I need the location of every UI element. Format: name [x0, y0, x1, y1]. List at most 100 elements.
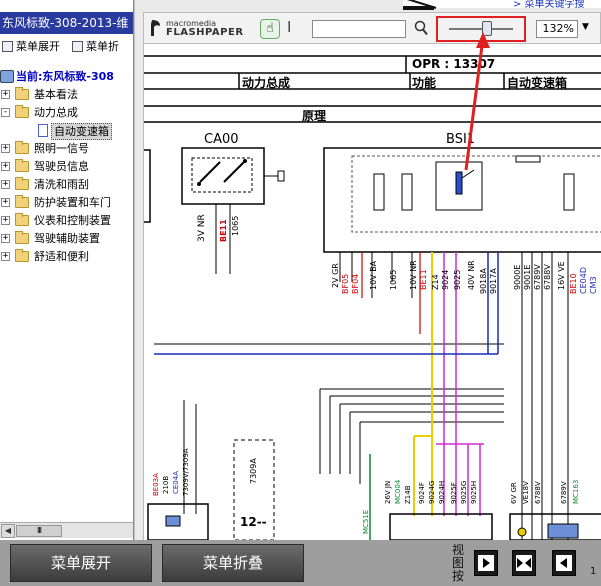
- folder-icon: [15, 231, 29, 244]
- svg-text:BF04: BF04: [351, 274, 360, 294]
- svg-text:10V BA: 10V BA: [369, 260, 378, 290]
- svg-text:9024F: 9024F: [418, 482, 426, 504]
- folder-icon: [15, 195, 29, 208]
- expand-icon[interactable]: +: [1, 198, 10, 207]
- svg-text:3V NR: 3V NR: [197, 214, 207, 242]
- svg-text:6789V: 6789V: [560, 481, 568, 504]
- svg-text:6789V: 6789V: [533, 264, 542, 290]
- svg-text:16V VE: 16V VE: [557, 261, 566, 290]
- header-powertrain: 动力总成: [242, 76, 291, 90]
- svg-text:6788V: 6788V: [534, 481, 542, 504]
- left-toolbar: 菜单展开 菜单折: [0, 36, 133, 56]
- view-left-button[interactable]: [552, 550, 576, 576]
- svg-text:9001E: 9001E: [523, 265, 532, 290]
- svg-text:26V JN: 26V JN: [384, 481, 392, 504]
- tree-item-comfort[interactable]: + 舒适和便利: [0, 248, 133, 266]
- component-bsi1-label: BSI1: [446, 132, 476, 147]
- tree-view: 当前:东风标致-308 + 基本看法 - 动力总成 自动变速箱 + 照明一信号: [0, 68, 133, 266]
- opr-number: OPR : 13307: [412, 57, 496, 71]
- document-icon: [38, 124, 48, 137]
- tree-root[interactable]: 当前:东风标致-308: [0, 68, 133, 86]
- collapse-icon[interactable]: -: [1, 108, 10, 117]
- folder-icon: [15, 87, 29, 100]
- expand-menu-label: 菜单展开: [16, 40, 60, 53]
- tree-item-label: 动力总成: [34, 106, 78, 119]
- search-input[interactable]: [312, 20, 406, 38]
- svg-text:12--: 12--: [240, 515, 267, 529]
- tree-item-label: 清洗和雨刮: [34, 178, 89, 191]
- tree-item-wash-wipe[interactable]: + 清洗和雨刮: [0, 176, 133, 194]
- hand-tool-button[interactable]: ☝: [260, 19, 280, 39]
- tree-item-driver-info[interactable]: + 驾驶员信息: [0, 158, 133, 176]
- svg-text:VE18V: VE18V: [522, 481, 530, 504]
- window-title: 东风标致-308-2013-维: [0, 12, 133, 34]
- zoom-dropdown-icon[interactable]: ▼: [582, 22, 589, 32]
- menu-collapse-button[interactable]: 菜单折叠: [162, 544, 304, 582]
- scroll-left-icon[interactable]: ◀: [1, 524, 15, 538]
- svg-text:9025G: 9025G: [460, 481, 468, 504]
- view-right-button[interactable]: [474, 550, 498, 576]
- arrow-left-icon: [556, 555, 572, 571]
- tree-item-automatic-transmission[interactable]: 自动变速箱: [0, 122, 133, 140]
- expand-icon[interactable]: +: [1, 180, 10, 189]
- view-split-button[interactable]: [512, 550, 536, 576]
- bottom-bar: 菜单展开 菜单折叠 视图按 1: [0, 540, 601, 586]
- principle-heading: 原理: [302, 109, 327, 123]
- svg-text:CM3: CM3: [589, 276, 598, 294]
- tree-root-label: 当前:东风标致-308: [16, 70, 114, 83]
- svg-text:9025: 9025: [453, 270, 462, 290]
- svg-text:9024G: 9024G: [428, 481, 436, 504]
- book-icon: [0, 70, 14, 83]
- tree-item-label: 驾驶员信息: [34, 160, 89, 173]
- tree-item-powertrain[interactable]: - 动力总成: [0, 104, 133, 122]
- expand-icon[interactable]: +: [1, 234, 10, 243]
- svg-text:1065: 1065: [231, 216, 240, 236]
- search-icon[interactable]: [414, 20, 428, 36]
- svg-text:MC51E: MC51E: [362, 510, 370, 534]
- svg-text:BE11: BE11: [219, 219, 228, 242]
- horizontal-scrollbar[interactable]: ◀ III: [0, 522, 133, 538]
- scrollbar-thumb[interactable]: III: [16, 525, 62, 537]
- svg-text:Z14: Z14: [431, 274, 440, 290]
- tree-item-lighting[interactable]: + 照明一信号: [0, 140, 133, 158]
- tree-item-label: 照明一信号: [34, 142, 89, 155]
- expand-icon[interactable]: +: [1, 162, 10, 171]
- text-select-tool[interactable]: I: [287, 18, 291, 36]
- tree-item-basic[interactable]: + 基本看法: [0, 86, 133, 104]
- menu-expand-button[interactable]: 菜单展开: [10, 544, 152, 582]
- expand-icon[interactable]: +: [1, 90, 10, 99]
- folder-icon: [15, 141, 29, 154]
- folder-icon: [15, 177, 29, 190]
- svg-text:7309V/7309A: 7309V/7309A: [182, 448, 190, 496]
- header-auto-transmission: 自动变速箱: [507, 76, 568, 90]
- document-page[interactable]: 3V NR BE11 1065 2V GR BF05 BF04 10V BA 1…: [143, 44, 601, 540]
- svg-text:1065: 1065: [389, 270, 398, 290]
- zoom-level-field[interactable]: 132%: [536, 20, 578, 38]
- expand-icon[interactable]: +: [1, 144, 10, 153]
- tree-item-instruments[interactable]: + 仪表和控制装置: [0, 212, 133, 230]
- svg-text:40V NR: 40V NR: [467, 260, 476, 290]
- tree-item-driving-assist[interactable]: + 驾驶辅助装置: [0, 230, 133, 248]
- svg-text:BE03A: BE03A: [152, 473, 160, 496]
- tree-item-label: 舒适和便利: [34, 250, 89, 263]
- tree-item-protection-doors[interactable]: + 防护装置和车门: [0, 194, 133, 212]
- logo-line2: FLASHPAPER: [166, 27, 244, 38]
- keyword-search-link[interactable]: > 菜单关键字搜: [513, 0, 585, 10]
- document-viewer: > 菜单关键字搜 macromedia FLASHPAPER ☝ I 132% …: [135, 0, 601, 540]
- svg-text:9025F: 9025F: [450, 482, 458, 504]
- svg-text:Z14B: Z14B: [404, 485, 412, 504]
- svg-text:BE11: BE11: [419, 269, 428, 290]
- header-function: 功能: [412, 76, 437, 90]
- expand-menu-button[interactable]: 菜单展开: [2, 38, 60, 54]
- expand-icon[interactable]: +: [1, 216, 10, 225]
- svg-text:BF05: BF05: [341, 274, 350, 294]
- page-indicator: 1: [590, 566, 597, 577]
- tree-item-label: 仪表和控制装置: [34, 214, 111, 227]
- folder-icon: [15, 159, 29, 172]
- collapse-menu-button[interactable]: 菜单折: [72, 38, 119, 54]
- svg-text:9000E: 9000E: [513, 265, 522, 290]
- navigation-panel: 东风标致-308-2013-维 菜单展开 菜单折 当前:东风标致-308 + 基…: [0, 0, 134, 540]
- tree-item-label: 自动变速箱: [51, 123, 112, 140]
- expand-icon[interactable]: +: [1, 252, 10, 261]
- split-view-icon: [516, 555, 532, 571]
